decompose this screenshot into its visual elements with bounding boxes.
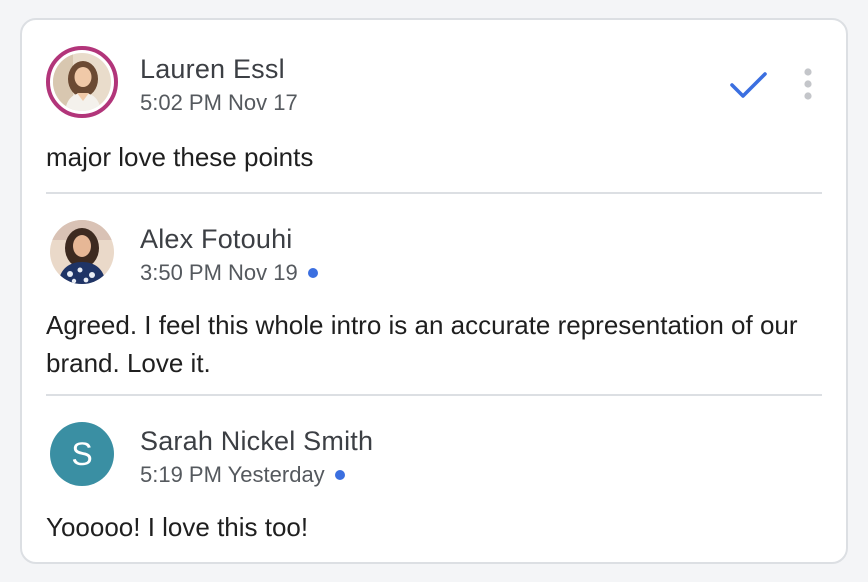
- comment-author: Alex Fotouhi: [140, 224, 293, 254]
- comment-text: major love these points: [46, 142, 314, 172]
- comment-timestamp: 5:02 PM Nov 17: [140, 90, 298, 115]
- divider: [46, 394, 822, 396]
- comment-item: Alex Fotouhi 3:50 PM Nov 19 Agreed. I fe…: [46, 216, 822, 388]
- unread-indicator-dot: [307, 268, 318, 278]
- comment-item: S Sarah Nickel Smith 5:19 PM Yesterday Y…: [46, 418, 822, 558]
- comment-author: Sarah Nickel Smith: [140, 426, 374, 456]
- comment-text: Agreed. I feel this whole intro is an ac…: [46, 310, 798, 378]
- profile-photo: [50, 220, 114, 284]
- profile-photo: [53, 53, 111, 111]
- comment-timestamp: 3:50 PM Nov 19: [140, 260, 298, 285]
- avatar[interactable]: [46, 46, 118, 118]
- avatar[interactable]: S: [50, 422, 114, 486]
- comment-author: Lauren Essl: [140, 54, 285, 84]
- divider: [46, 192, 822, 194]
- comment-timestamp-row: 3:50 PM Nov 19: [140, 260, 318, 286]
- avatar-initial: S: [71, 435, 93, 472]
- comment-text: Yooooo! I love this too!: [46, 512, 309, 542]
- comment-timestamp-row: 5:02 PM Nov 17: [140, 90, 298, 116]
- resolve-button[interactable]: [728, 64, 768, 104]
- comment-timestamp: 5:19 PM Yesterday: [140, 462, 325, 487]
- unread-indicator-dot: [334, 470, 345, 480]
- comment-timestamp-row: 5:19 PM Yesterday: [140, 462, 345, 488]
- more-options-button[interactable]: [800, 66, 816, 106]
- comment-item: Lauren Essl 5:02 PM Nov 17 major love th…: [46, 46, 822, 192]
- checkmark-icon: [730, 72, 767, 98]
- more-vert-icon: [804, 68, 812, 100]
- comment-thread-card: Lauren Essl 5:02 PM Nov 17 major love th…: [20, 18, 848, 564]
- avatar[interactable]: [50, 220, 114, 284]
